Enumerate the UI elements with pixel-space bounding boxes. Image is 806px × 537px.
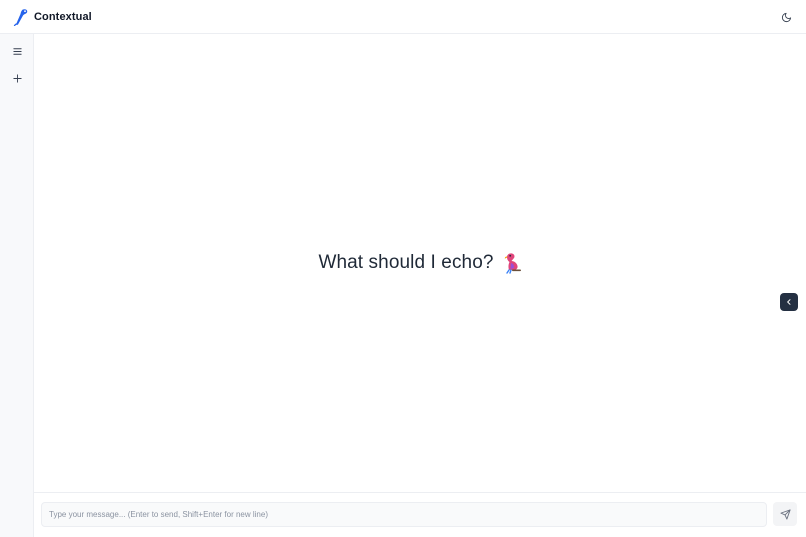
app-title: Contextual xyxy=(34,10,92,23)
chevron-left-icon xyxy=(787,299,791,305)
app-header: Contextual xyxy=(0,0,806,34)
chat-area: What should I echo? xyxy=(34,34,806,492)
welcome-message: What should I echo? xyxy=(34,252,806,274)
theme-toggle-button[interactable] xyxy=(778,9,794,25)
message-input[interactable] xyxy=(41,502,767,527)
moon-icon xyxy=(781,12,791,22)
plus-icon xyxy=(12,73,22,83)
message-composer xyxy=(34,492,806,537)
parrot-icon xyxy=(504,253,521,274)
menu-icon xyxy=(12,47,22,55)
send-button[interactable] xyxy=(773,502,797,526)
brand[interactable]: Contextual xyxy=(13,8,92,26)
brand-logo-icon xyxy=(13,8,28,26)
send-icon xyxy=(779,508,791,520)
menu-button[interactable] xyxy=(8,42,26,60)
new-chat-button[interactable] xyxy=(8,69,26,87)
panel-toggle-button[interactable] xyxy=(780,293,798,311)
sidebar xyxy=(0,34,34,537)
welcome-text: What should I echo? xyxy=(318,252,494,273)
